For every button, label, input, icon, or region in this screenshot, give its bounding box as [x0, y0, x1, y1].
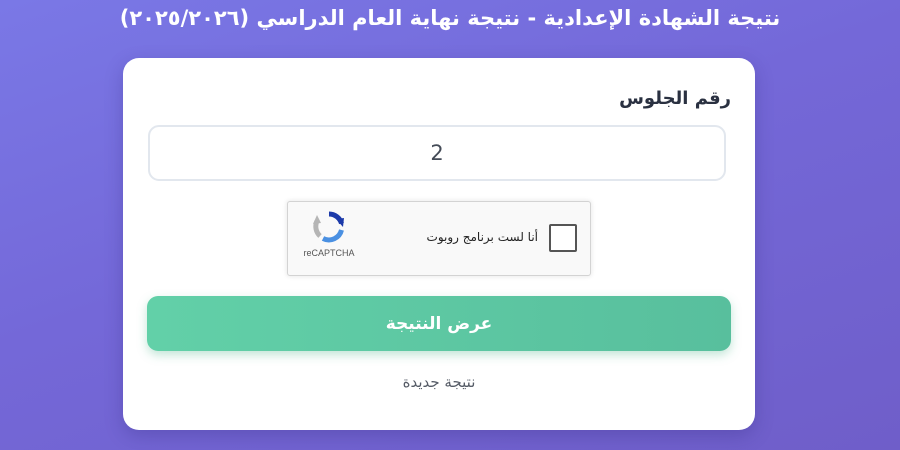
seat-number-label: رقم الجلوس	[619, 88, 731, 109]
seat-number-input[interactable]	[148, 125, 726, 181]
result-form-card: رقم الجلوس أنا لست برنامج روبوت reCAPTCH…	[123, 58, 755, 430]
recaptcha-checkbox[interactable]	[549, 224, 577, 252]
recaptcha-brand: reCAPTCHA	[303, 248, 355, 258]
show-result-button[interactable]: عرض النتيجة	[147, 296, 731, 351]
recaptcha-logo-icon	[313, 211, 344, 243]
recaptcha-widget[interactable]: أنا لست برنامج روبوت reCAPTCHA	[287, 201, 591, 276]
new-result-link[interactable]: نتيجة جديدة	[123, 373, 755, 391]
page-title: نتيجة الشهادة الإعدادية - نتيجة نهاية ال…	[119, 6, 781, 30]
recaptcha-label: أنا لست برنامج روبوت	[426, 230, 538, 244]
recaptcha-logo: reCAPTCHA	[297, 210, 361, 258]
